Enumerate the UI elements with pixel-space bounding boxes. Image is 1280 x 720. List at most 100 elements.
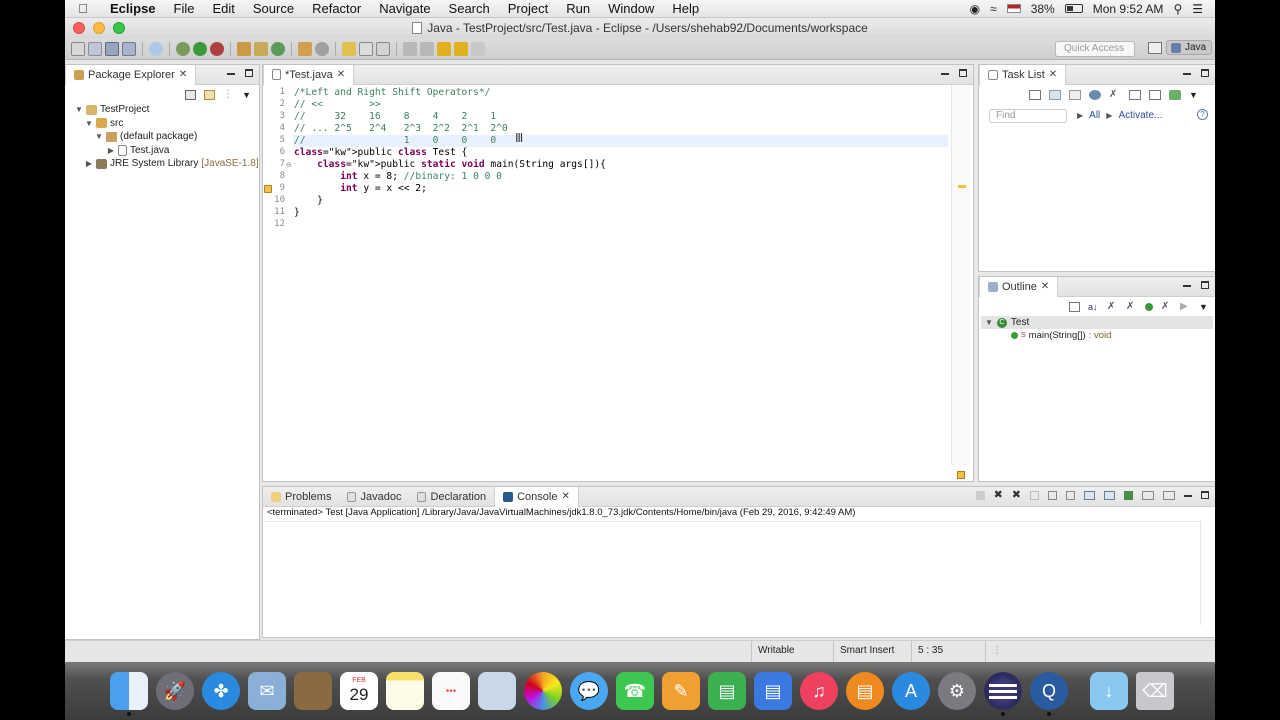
finder-icon[interactable] [110, 672, 148, 716]
numbers-icon[interactable]: ▤ [708, 672, 746, 710]
expand-arrow-icon[interactable]: ▶ [1106, 111, 1112, 120]
tree-item-jre-library[interactable]: ▶ JRE System Library [JavaSE-1.8] [75, 157, 259, 171]
menu-refactor[interactable]: Refactor [303, 1, 370, 16]
code-line[interactable] [293, 219, 948, 231]
tab-test-java[interactable]: *Test.java ✕ [263, 64, 355, 85]
menu-app-eclipse[interactable]: Eclipse [101, 1, 165, 16]
zoom-window-button[interactable] [113, 22, 125, 34]
new-task-icon[interactable] [1029, 90, 1041, 100]
battery-percent[interactable]: 38% [1031, 2, 1055, 16]
notification-center-icon[interactable]: ☰ [1192, 2, 1203, 16]
safari-icon[interactable]: ✤ [202, 672, 240, 710]
help-icon[interactable]: ? [1197, 109, 1208, 120]
close-icon[interactable]: ✕ [179, 69, 187, 80]
debug-icon[interactable] [176, 41, 190, 56]
close-icon[interactable]: ✕ [337, 69, 345, 80]
mail-icon[interactable]: ✉ [248, 672, 286, 710]
ibooks-icon[interactable]: ▤ [846, 672, 884, 710]
show-on-stderr-icon[interactable] [1104, 491, 1115, 500]
remove-launch-icon[interactable]: ✖ [994, 490, 1003, 501]
terminate-icon[interactable] [975, 491, 985, 500]
clock[interactable]: Mon 9:52 AM [1093, 2, 1164, 16]
battery-icon[interactable] [1064, 4, 1083, 13]
menu-navigate[interactable]: Navigate [370, 1, 439, 16]
hide-fields-icon[interactable]: ✗ [1107, 302, 1118, 312]
insert-mode-status[interactable]: Smart Insert [833, 641, 913, 663]
next-annotation-icon[interactable] [403, 41, 417, 56]
maximize-view-button[interactable] [245, 69, 253, 77]
downloads-folder-icon[interactable]: ↓ [1090, 672, 1128, 710]
record-icon[interactable]: ◉ [970, 2, 980, 16]
wifi-icon[interactable]: ≈ [990, 2, 997, 16]
focus-on-workweek-icon[interactable] [1089, 90, 1101, 100]
quicktime-icon[interactable]: Q [1030, 672, 1068, 716]
notes-icon[interactable] [386, 672, 424, 710]
status-trim-handle[interactable]: ⋮ [985, 641, 1002, 663]
maximize-editor-button[interactable] [959, 69, 967, 77]
task-find-input[interactable]: Find [989, 109, 1067, 123]
minimize-view-button[interactable] [1183, 285, 1191, 287]
reminders-icon[interactable]: ••• [432, 672, 470, 710]
flag-icon[interactable] [1006, 4, 1021, 13]
close-window-button[interactable] [73, 22, 85, 34]
menu-help[interactable]: Help [663, 1, 708, 16]
hide-non-public-icon[interactable] [1145, 303, 1153, 311]
java-perspective-button[interactable]: Java [1166, 40, 1213, 55]
synchronize-icon[interactable] [1169, 90, 1181, 100]
outline-method-row[interactable]: S main(String[]) : void [1011, 330, 1111, 341]
tab-task-list[interactable]: Task List ✕ [979, 64, 1067, 85]
all-link[interactable]: All [1089, 110, 1100, 121]
menu-edit[interactable]: Edit [203, 1, 243, 16]
eclipse-icon[interactable] [984, 672, 1022, 716]
code-line[interactable]: /*Left and Right Shift Operators*/ [293, 87, 948, 99]
pin-console-icon[interactable] [1124, 491, 1133, 500]
launchpad-icon[interactable]: 🚀 [156, 672, 194, 710]
toggle-mark-occurrences-icon[interactable] [342, 41, 356, 56]
code-line[interactable]: int x = 8; //binary: 1 0 0 0 [293, 171, 948, 183]
maximize-view-button[interactable] [1201, 491, 1209, 499]
pages-icon[interactable]: ✎ [662, 672, 700, 710]
menu-file[interactable]: File [165, 1, 204, 16]
editor-overview-ruler[interactable] [951, 85, 971, 479]
show-on-stdout-icon[interactable] [1084, 491, 1095, 500]
tab-javadoc[interactable]: Javadoc [339, 487, 409, 507]
code-line[interactable]: int y = x << 2; [293, 183, 948, 195]
new-java-project-icon[interactable] [237, 41, 251, 56]
sort-icon[interactable]: a↓ [1088, 302, 1099, 312]
close-icon[interactable]: ✕ [1049, 69, 1057, 80]
tab-package-explorer[interactable]: Package Explorer ✕ [65, 64, 197, 85]
hide-static-icon[interactable]: ✗ [1126, 302, 1137, 312]
spotlight-search-icon[interactable]: ⚲ [1173, 2, 1182, 16]
minimize-view-button[interactable] [1183, 73, 1191, 75]
menu-source[interactable]: Source [244, 1, 303, 16]
collapse-all-icon[interactable] [1069, 302, 1080, 312]
filter-icon[interactable]: ✗ [1109, 90, 1121, 100]
tab-problems[interactable]: Problems [263, 487, 339, 507]
last-edit-location-icon[interactable] [437, 41, 451, 56]
warning-marker[interactable] [958, 185, 966, 188]
expand-all-icon[interactable] [1149, 90, 1161, 100]
code-area[interactable]: /*Left and Right Shift Operators*/// << … [293, 85, 948, 465]
collapsed-arrow-icon[interactable]: ▶ [85, 157, 93, 171]
photos-icon[interactable] [524, 672, 562, 710]
new-java-package-icon[interactable] [254, 41, 268, 56]
fold-toggle-icon[interactable]: ⊝ [286, 161, 292, 169]
save-icon[interactable] [105, 41, 119, 56]
minimize-view-button[interactable] [1184, 495, 1192, 497]
tab-declaration[interactable]: Declaration [409, 487, 494, 507]
quick-access-input[interactable]: Quick Access [1055, 41, 1135, 57]
warning-icon[interactable] [264, 185, 272, 193]
word-wrap-icon[interactable] [1066, 491, 1075, 500]
close-icon[interactable]: ✕ [561, 491, 569, 502]
scheduled-icon[interactable] [1069, 90, 1081, 100]
tree-item-test-java[interactable]: ▶ Test.java [75, 144, 259, 158]
focus-icon[interactable]: ⋮ [223, 90, 234, 100]
close-icon[interactable]: ✕ [1041, 281, 1049, 292]
open-icon[interactable] [88, 41, 102, 56]
minimize-view-button[interactable] [227, 73, 235, 75]
code-line[interactable]: // 32 16 8 4 2 1 [293, 111, 948, 123]
run-external-tools-icon[interactable] [210, 41, 224, 56]
maximize-view-button[interactable] [1201, 69, 1209, 77]
expand-arrow-icon[interactable]: ▶ [1077, 111, 1083, 120]
tree-item-src[interactable]: ▼ src [75, 117, 259, 131]
